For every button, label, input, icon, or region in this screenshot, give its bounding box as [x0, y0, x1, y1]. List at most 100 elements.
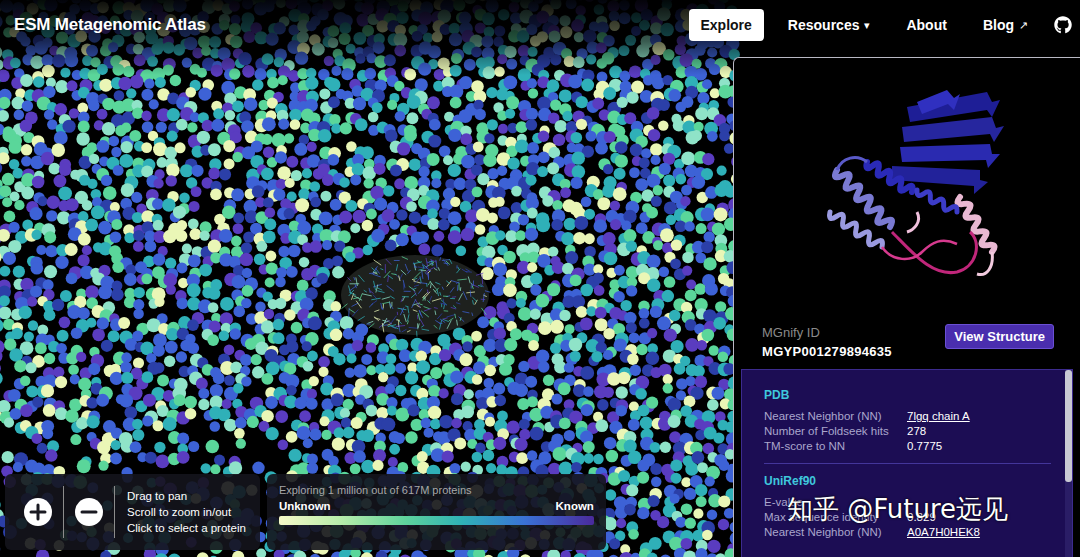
protein-dot[interactable]: [297, 280, 309, 292]
protein-dot[interactable]: [339, 22, 351, 34]
protein-dot[interactable]: [263, 147, 274, 158]
protein-dot[interactable]: [118, 317, 130, 329]
protein-dot[interactable]: [273, 332, 285, 344]
protein-dot[interactable]: [390, 165, 402, 177]
protein-dot[interactable]: [197, 131, 210, 144]
protein-dot[interactable]: [241, 242, 252, 253]
protein-dot[interactable]: [449, 33, 462, 46]
protein-dot[interactable]: [187, 319, 199, 331]
protein-dot[interactable]: [353, 97, 366, 110]
protein-dot[interactable]: [51, 143, 65, 157]
protein-dot[interactable]: [147, 56, 158, 67]
protein-dot[interactable]: [176, 351, 187, 362]
protein-dot[interactable]: [591, 351, 602, 362]
protein-dot[interactable]: [163, 230, 176, 243]
protein-dot[interactable]: [624, 229, 637, 242]
protein-dot[interactable]: [658, 99, 670, 111]
protein-dot[interactable]: [576, 306, 588, 318]
protein-dot[interactable]: [456, 245, 467, 256]
protein-dot[interactable]: [20, 120, 32, 132]
protein-dot[interactable]: [494, 66, 504, 76]
protein-dot[interactable]: [538, 321, 552, 335]
protein-dot[interactable]: [630, 365, 641, 376]
protein-dot[interactable]: [24, 331, 34, 341]
protein-dot[interactable]: [327, 78, 341, 92]
protein-dot[interactable]: [86, 45, 98, 57]
protein-dot[interactable]: [459, 353, 472, 366]
protein-dot[interactable]: [327, 25, 339, 37]
protein-dot[interactable]: [166, 284, 176, 294]
protein-dot[interactable]: [209, 36, 221, 48]
protein-dot[interactable]: [294, 143, 307, 156]
protein-dot[interactable]: [528, 340, 539, 351]
protein-dot[interactable]: [385, 129, 398, 142]
protein-dot[interactable]: [684, 0, 694, 1]
protein-dot[interactable]: [21, 187, 34, 200]
protein-dot[interactable]: [262, 53, 274, 65]
protein-dot[interactable]: [118, 77, 132, 91]
protein-dot[interactable]: [527, 78, 537, 88]
protein-dot[interactable]: [619, 0, 630, 11]
protein-dot[interactable]: [366, 209, 377, 220]
protein-dot[interactable]: [232, 152, 243, 163]
protein-dot[interactable]: [176, 262, 187, 273]
protein-dot[interactable]: [693, 365, 705, 377]
protein-dot[interactable]: [79, 0, 91, 12]
protein-dot[interactable]: [264, 218, 276, 230]
protein-dot[interactable]: [207, 334, 219, 346]
protein-dot[interactable]: [284, 208, 295, 219]
protein-dot[interactable]: [404, 129, 417, 142]
protein-dot[interactable]: [113, 165, 124, 176]
protein-dot[interactable]: [418, 166, 429, 177]
protein-dot[interactable]: [553, 134, 565, 146]
protein-dot[interactable]: [273, 319, 284, 330]
protein-dot[interactable]: [152, 198, 164, 210]
protein-dot[interactable]: [631, 12, 642, 23]
protein-dot[interactable]: [617, 97, 628, 108]
protein-dot[interactable]: [112, 64, 124, 76]
protein-dot[interactable]: [53, 367, 64, 378]
protein-dot[interactable]: [110, 231, 122, 243]
protein-dot[interactable]: [484, 133, 494, 143]
protein-dot[interactable]: [333, 0, 345, 10]
protein-dot[interactable]: [131, 192, 142, 203]
protein-dot[interactable]: [565, 324, 575, 334]
protein-dot[interactable]: [662, 290, 674, 302]
protein-dot[interactable]: [697, 340, 707, 350]
protein-dot[interactable]: [526, 108, 538, 120]
protein-dot[interactable]: [636, 344, 647, 355]
protein-dot[interactable]: [56, 0, 69, 3]
protein-dot[interactable]: [439, 349, 451, 361]
protein-dot[interactable]: [199, 264, 212, 277]
protein-dot[interactable]: [111, 147, 121, 157]
protein-dot[interactable]: [141, 142, 152, 153]
protein-dot[interactable]: [506, 58, 517, 69]
protein-dot[interactable]: [10, 58, 21, 69]
protein-dot[interactable]: [126, 88, 136, 98]
protein-dot[interactable]: [305, 77, 318, 90]
protein-dot[interactable]: [330, 329, 343, 342]
protein-dot[interactable]: [0, 76, 1, 86]
protein-dot[interactable]: [430, 367, 442, 379]
protein-dot[interactable]: [576, 119, 587, 130]
protein-dot[interactable]: [191, 165, 203, 177]
protein-dot[interactable]: [453, 0, 465, 11]
protein-dot[interactable]: [182, 244, 192, 254]
protein-dot[interactable]: [55, 80, 68, 93]
protein-dot[interactable]: [333, 353, 345, 365]
protein-dot[interactable]: [109, 136, 120, 147]
protein-dot[interactable]: [276, 0, 286, 8]
protein-dot[interactable]: [291, 322, 303, 334]
protein-dot[interactable]: [87, 142, 98, 153]
protein-dot[interactable]: [498, 124, 508, 134]
protein-dot[interactable]: [44, 265, 57, 278]
protein-dot[interactable]: [536, 349, 550, 363]
protein-dot[interactable]: [308, 316, 322, 330]
protein-dot[interactable]: [273, 22, 285, 34]
protein-dot[interactable]: [610, 219, 621, 230]
protein-dot[interactable]: [597, 197, 610, 210]
protein-dot[interactable]: [626, 241, 637, 252]
protein-dot[interactable]: [486, 87, 497, 98]
protein-dot[interactable]: [561, 232, 574, 245]
protein-dot[interactable]: [185, 87, 196, 98]
